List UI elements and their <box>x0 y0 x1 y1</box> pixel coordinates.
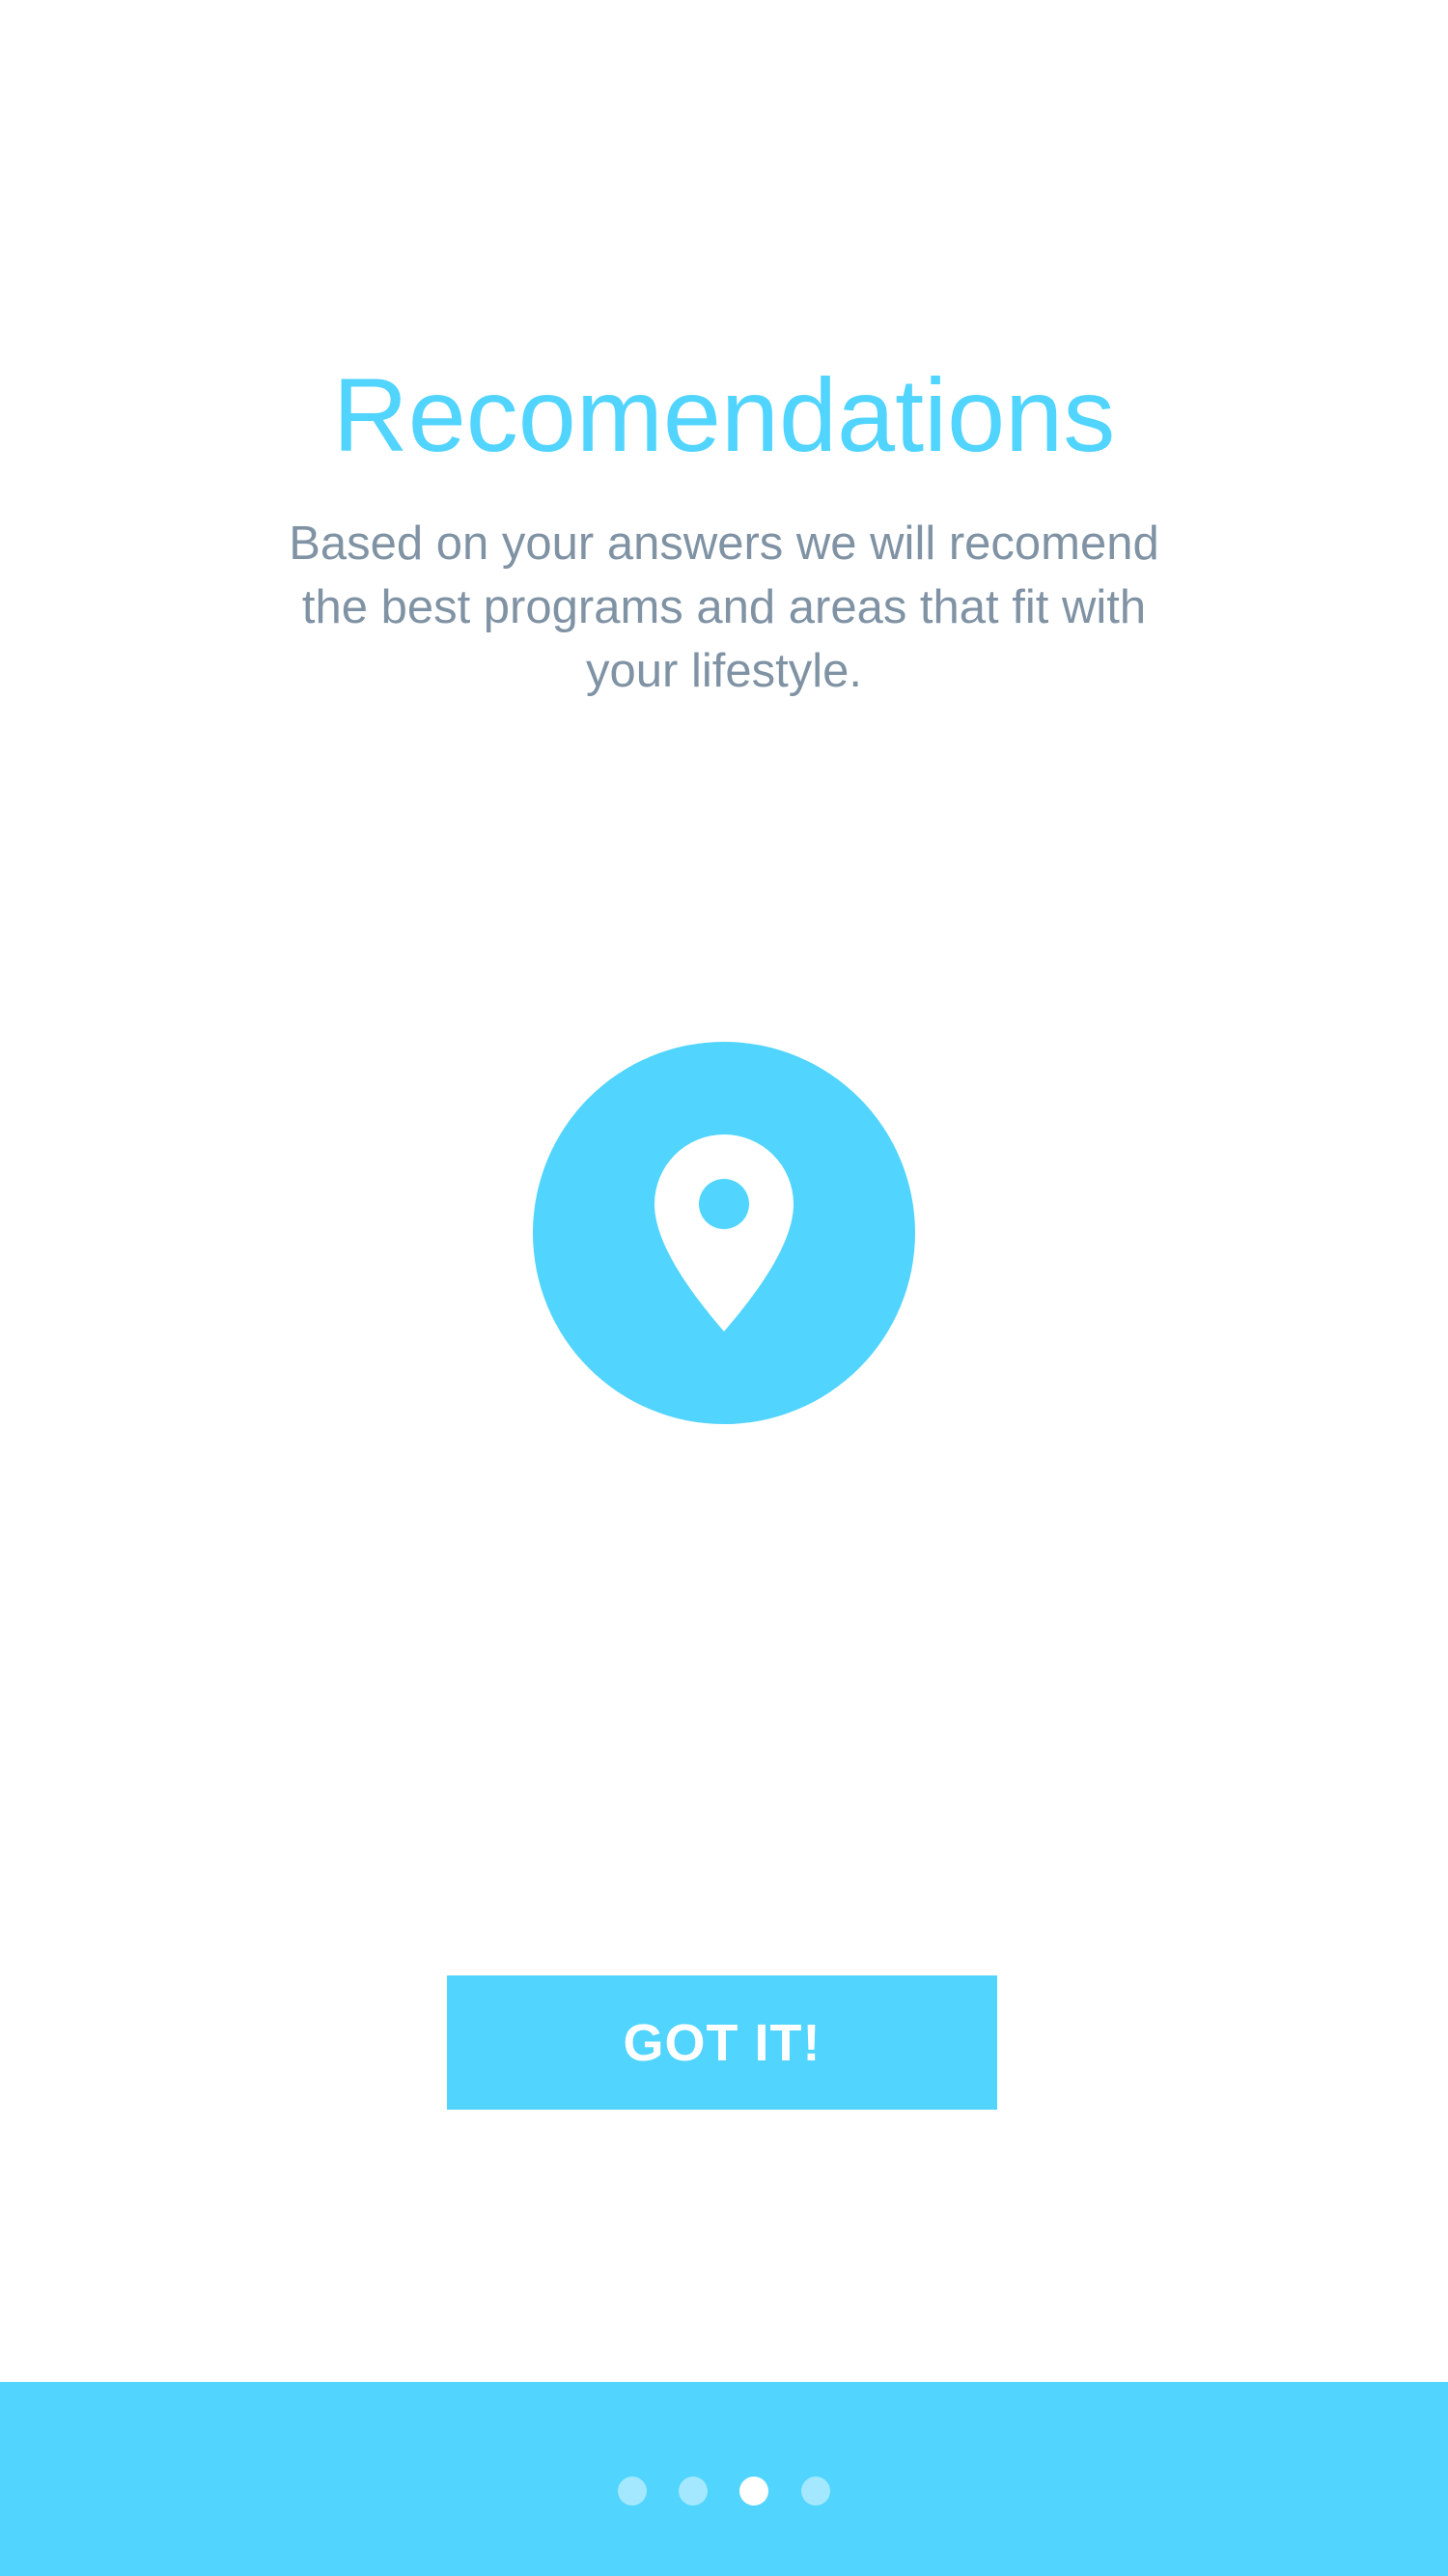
page-dot-3-active[interactable] <box>739 2477 768 2506</box>
got-it-button[interactable]: GOT IT! <box>447 1975 997 2110</box>
pagination-bar <box>0 2382 1448 2576</box>
page-dot-4[interactable] <box>801 2477 830 2506</box>
pagination-dots <box>0 2477 1448 2506</box>
map-pin-icon <box>654 1134 794 1331</box>
page-dot-2[interactable] <box>679 2477 708 2506</box>
location-badge <box>533 1042 915 1424</box>
page-description: Based on your answers we will recomend t… <box>289 518 1159 697</box>
page-dot-1[interactable] <box>618 2477 647 2506</box>
page-title: Recomendations <box>332 356 1116 473</box>
